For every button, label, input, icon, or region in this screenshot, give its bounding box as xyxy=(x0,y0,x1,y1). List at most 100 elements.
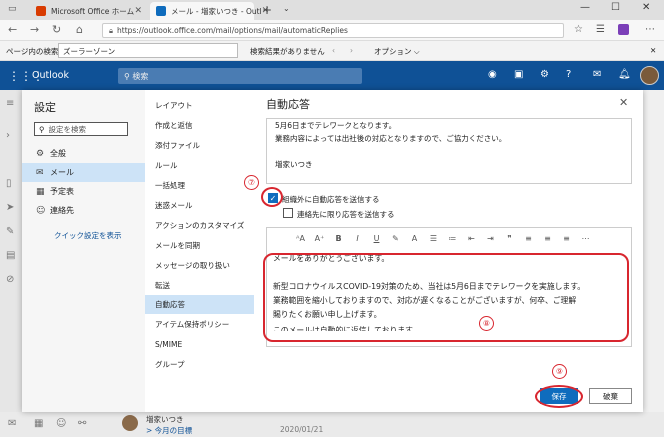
url-field[interactable]: 🔒︎ https://outlook.office.com/mail/optio… xyxy=(102,23,564,38)
people-icon[interactable]: ☺ xyxy=(56,418,66,429)
tab-actions-icon[interactable]: ▭ xyxy=(8,4,17,14)
nav-general[interactable]: ⚙ 全般 xyxy=(22,144,145,163)
skype-icon[interactable]: ◉ xyxy=(488,69,497,80)
nav-calendar[interactable]: ▦ 予定表 xyxy=(22,182,145,201)
attach-icon[interactable]: ⚯ xyxy=(78,418,86,429)
pane-title: 自動応答 xyxy=(266,98,310,111)
contacts-only-checkbox[interactable] xyxy=(283,208,293,218)
mail-icon[interactable]: ✉ xyxy=(8,418,16,429)
underline-icon[interactable]: U xyxy=(367,234,386,243)
maximize-icon[interactable]: ☐ xyxy=(611,2,620,13)
sub-item[interactable]: 添付ファイル xyxy=(145,136,254,155)
notification-bell-icon[interactable]: 🔔︎ xyxy=(618,69,631,80)
quick-settings-link[interactable]: クイック設定を表示 xyxy=(54,230,122,241)
bold-icon[interactable]: B xyxy=(329,234,348,243)
folder-icon[interactable]: ▯ xyxy=(6,178,12,189)
feedback-icon[interactable]: ✉ xyxy=(593,69,601,80)
menu-icon[interactable]: ≡ xyxy=(6,98,14,109)
highlight-icon[interactable]: ✎ xyxy=(386,234,405,243)
forward-icon[interactable]: → xyxy=(30,23,39,36)
favorite-star-icon[interactable]: ☆ xyxy=(574,24,583,35)
discard-button[interactable]: 破棄 xyxy=(589,388,632,404)
italic-icon[interactable]: I xyxy=(348,234,367,243)
archive-icon[interactable]: ▤ xyxy=(6,250,15,261)
back-icon[interactable]: ← xyxy=(8,23,17,36)
outlook-brand: Outlook xyxy=(32,70,69,81)
settings-search-input[interactable]: ⚲ 設定を検索 xyxy=(34,122,128,136)
align-right-icon[interactable]: ≡ xyxy=(557,234,576,243)
refresh-icon[interactable]: ↻ xyxy=(52,23,61,36)
sub-item[interactable]: ルール xyxy=(145,156,254,175)
nav-mail[interactable]: ✉ メール xyxy=(22,163,145,182)
settings-search-placeholder: 設定を検索 xyxy=(48,124,87,134)
extension-icon[interactable] xyxy=(618,24,629,35)
sub-item[interactable]: レイアウト xyxy=(145,96,254,115)
chevron-icon[interactable]: › xyxy=(6,130,10,141)
outdent-icon[interactable]: ⇤ xyxy=(462,234,481,243)
annotation-ring-checkbox xyxy=(261,187,283,207)
previous-message-box[interactable]: 5月6日までテレワークとなります。 業務内容によっては出社後の対応となりますので… xyxy=(266,118,632,184)
find-prev-icon[interactable]: ‹ xyxy=(332,46,335,55)
junk-icon[interactable]: ⊘ xyxy=(6,274,14,285)
sub-item[interactable]: アイテム保持ポリシー xyxy=(145,315,254,334)
sub-item[interactable]: 迷惑メール xyxy=(145,196,254,215)
close-icon[interactable]: ✕ xyxy=(619,96,628,109)
sub-item[interactable]: 一括処理 xyxy=(145,176,254,195)
tab-menu-chevron-icon[interactable]: ⌄ xyxy=(283,4,290,13)
minimize-icon[interactable]: — xyxy=(580,2,590,13)
tab-title: メール - 増家いつき - Outl xyxy=(171,6,262,16)
bullets-icon[interactable]: ☰ xyxy=(424,234,443,243)
annotation-ring-save xyxy=(535,385,583,408)
date: 2020/01/21 xyxy=(280,425,324,434)
find-result: 検索結果がありません xyxy=(250,47,325,56)
quote-icon[interactable]: ❞ xyxy=(500,234,519,243)
sub-item[interactable]: アクションのカスタマイズ xyxy=(145,216,254,235)
tab-title: Microsoft Office ホーム xyxy=(51,6,135,16)
numbering-icon[interactable]: ≔ xyxy=(443,234,462,243)
drafts-icon[interactable]: ✎ xyxy=(6,226,14,237)
settings-gear-icon[interactable]: ⚙ xyxy=(540,69,549,80)
preview-line: 業務内容によっては出社後の対応となりますので、ご協力ください。 xyxy=(275,134,507,143)
collections-icon[interactable]: ☰ xyxy=(596,24,605,35)
sub-item[interactable]: 作成と返信 xyxy=(145,116,254,135)
font-size-icon[interactable]: ᴬA xyxy=(291,234,310,243)
find-options[interactable]: オプション ⌵ xyxy=(374,46,420,57)
contacts-only-label: 連絡先に限り応答を送信する xyxy=(297,210,395,219)
sub-item[interactable]: S/MIME xyxy=(145,335,254,354)
annotation-9: ⑨ xyxy=(552,364,567,379)
help-icon[interactable]: ? xyxy=(566,69,571,80)
sub-item[interactable]: メールを同期 xyxy=(145,236,254,255)
sub-item[interactable]: グループ xyxy=(145,355,254,374)
browser-tab-office-home[interactable]: Microsoft Office ホーム ✕ xyxy=(30,2,148,20)
whats-new-icon[interactable]: ▣ xyxy=(514,69,523,80)
calendar-icon[interactable]: ▦ xyxy=(34,418,43,429)
find-input[interactable]: ズーラーゾーン xyxy=(58,43,238,58)
sub-item[interactable]: メッセージの取り扱い xyxy=(145,256,254,275)
outlook-search[interactable]: ⚲ 検索 xyxy=(118,68,362,84)
home-icon[interactable]: ⌂ xyxy=(76,23,83,36)
more-format-icon[interactable]: ⋯ xyxy=(576,234,595,243)
find-bar: ページ内の検索 ズーラーゾーン 検索結果がありません ‹ › オプション ⌵ ✕ xyxy=(0,41,664,61)
url-text: https://outlook.office.com/mail/options/… xyxy=(117,26,348,35)
sub-item-auto-reply[interactable]: 自動応答 xyxy=(145,295,254,314)
sender-name: 増家いつき xyxy=(146,415,184,424)
preview-line: 5月6日までテレワークとなります。 xyxy=(275,121,397,130)
align-left-icon[interactable]: ≡ xyxy=(519,234,538,243)
font-grow-icon[interactable]: A⁺ xyxy=(310,234,329,243)
indent-icon[interactable]: ⇥ xyxy=(481,234,500,243)
close-tab-icon[interactable]: ✕ xyxy=(134,6,142,16)
window-close-icon[interactable]: ✕ xyxy=(642,2,650,13)
more-icon[interactable]: ⋯ xyxy=(645,24,655,35)
new-tab-icon[interactable]: + xyxy=(262,3,272,17)
find-close-icon[interactable]: ✕ xyxy=(650,46,656,55)
font-color-icon[interactable]: A xyxy=(405,234,424,243)
find-next-icon[interactable]: › xyxy=(350,46,353,55)
browser-tab-outlook[interactable]: メール - 増家いつき - Outl ✕ xyxy=(150,2,269,20)
sub-item[interactable]: 転送 xyxy=(145,276,254,295)
avatar[interactable] xyxy=(640,66,659,85)
sent-icon[interactable]: ➤ xyxy=(6,202,14,213)
align-center-icon[interactable]: ≡ xyxy=(538,234,557,243)
calendar-icon: ▦ xyxy=(36,186,45,197)
bottom-toolbar: ✉ ▦ ☺ ⚯ xyxy=(0,412,664,437)
nav-people[interactable]: ☺ 連絡先 xyxy=(22,201,145,220)
